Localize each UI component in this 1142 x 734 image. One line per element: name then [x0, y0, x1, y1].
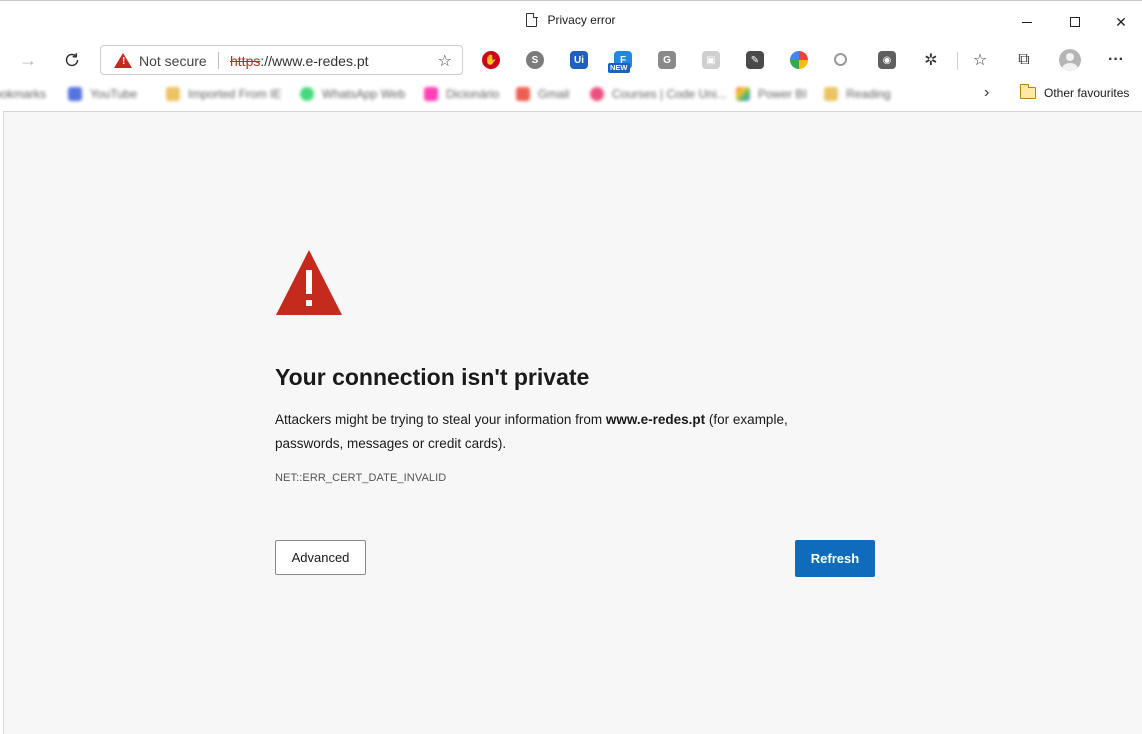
chrome-extension-icon[interactable] — [790, 51, 808, 69]
fav-item[interactable]: WhatsApp Web — [300, 86, 405, 102]
fav-item[interactable]: Gmail — [516, 86, 569, 102]
fav-item-label: Courses | Code Uni... — [612, 87, 727, 101]
description-text: Attackers might be trying to steal your … — [275, 412, 606, 427]
adblock-extension-icon[interactable]: ✋ — [482, 51, 500, 69]
toolbar-separator — [957, 52, 958, 70]
more-options-icon[interactable]: ··· — [1103, 48, 1129, 72]
error-code: NET::ERR_CERT_DATE_INVALID — [275, 472, 447, 484]
address-separator — [218, 52, 219, 69]
arrow-right-icon: → — [19, 49, 37, 70]
new-extension-icon[interactable]: F NEW — [608, 51, 632, 73]
chevron-right-icon[interactable]: › — [984, 84, 989, 102]
image-extension-icon[interactable]: ▣ — [702, 51, 720, 69]
url-host: ://www.e-redes.pt — [260, 53, 369, 69]
error-page: Your connection isn't private Attackers … — [3, 111, 1142, 734]
folder-icon — [166, 87, 180, 101]
minimize-button[interactable] — [1012, 9, 1042, 35]
fav-item-label: Power BI — [758, 87, 807, 101]
fav-item-label: WhatsApp Web — [322, 87, 406, 101]
folder-icon — [824, 87, 838, 101]
fav-item-label: YouTube — [90, 87, 138, 101]
circle-extension-icon[interactable] — [834, 53, 847, 66]
title-bar: Privacy error ✕ — [0, 0, 1142, 42]
powerbi-icon — [736, 87, 750, 101]
reload-icon — [65, 53, 79, 67]
fav-item-label: Imported From IE — [188, 87, 282, 101]
other-favourites-label: Other favourites — [1044, 86, 1130, 100]
maximize-icon — [1070, 17, 1080, 27]
address-bar[interactable]: ! Not secure https://www.e-redes.pt ☆ — [100, 45, 463, 75]
collections-icon[interactable]: ⧉ — [1011, 48, 1037, 72]
window-title-text: Privacy error — [547, 13, 616, 27]
favourites-icon[interactable]: ☆ — [967, 48, 993, 72]
fav-item-label: Gmail — [538, 87, 570, 101]
page-icon — [526, 12, 538, 27]
other-favourites-button[interactable]: Other favourites — [1019, 84, 1130, 100]
window-title: Privacy error — [0, 12, 1142, 27]
fav-item[interactable]: Imported From IE — [166, 86, 281, 102]
g-extension-icon[interactable]: G — [658, 51, 676, 69]
editor-extension-icon[interactable]: ✎ — [746, 51, 764, 69]
fav-item[interactable]: YouTube — [68, 86, 137, 102]
fav-item-icon — [68, 87, 82, 101]
fav-item[interactable]: Dicionário — [424, 86, 499, 102]
extensions-puzzle-icon[interactable]: ✲ — [918, 48, 944, 72]
profile-extension-icon[interactable]: ◉ — [878, 51, 896, 69]
gmail-icon — [516, 87, 530, 101]
reload-button[interactable] — [58, 46, 86, 74]
add-favourite-icon[interactable]: ☆ — [438, 51, 452, 71]
skype-extension-icon[interactable]: S — [526, 51, 544, 69]
profile-avatar[interactable] — [1059, 49, 1081, 71]
new-badge: NEW — [608, 63, 630, 73]
fav-item[interactable]: Courses | Code Uni... — [590, 86, 727, 102]
fav-item[interactable]: Power BI — [736, 86, 807, 102]
courses-icon — [590, 87, 604, 101]
close-icon: ✕ — [1115, 13, 1127, 30]
folder-icon — [1019, 84, 1036, 99]
browser-toolbar: → ! Not secure https://www.e-redes.pt ☆ … — [0, 42, 1142, 78]
advanced-button[interactable]: Advanced — [275, 540, 366, 575]
description-host: www.e-redes.pt — [605, 412, 706, 427]
page-title: Your connection isn't private — [275, 364, 590, 390]
fav-item[interactable]: Reading — [824, 86, 891, 102]
ui-extension-icon[interactable]: Ui — [570, 51, 588, 69]
maximize-button[interactable] — [1060, 9, 1090, 35]
dictionary-icon — [424, 87, 438, 101]
minimize-icon — [1022, 21, 1032, 23]
favourites-bar: ookmarks YouTube Imported From IE WhatsA… — [0, 78, 1142, 110]
fav-item-label: Reading — [846, 87, 891, 101]
fav-item-label: ookmarks — [0, 87, 47, 101]
warning-icon — [276, 250, 342, 315]
not-secure-warning-icon[interactable]: ! — [114, 53, 132, 68]
url-text[interactable]: https://www.e-redes.pt — [230, 53, 369, 69]
forward-button[interactable]: → — [14, 46, 42, 74]
refresh-button[interactable]: Refresh — [795, 540, 875, 577]
fav-item-label: Dicionário — [446, 87, 500, 101]
error-description: Attackers might be trying to steal your … — [275, 408, 835, 456]
not-secure-label[interactable]: Not secure — [139, 53, 207, 69]
url-scheme: https — [230, 53, 261, 69]
close-button[interactable]: ✕ — [1106, 9, 1136, 35]
whatsapp-icon — [300, 87, 314, 101]
fav-item[interactable]: ookmarks — [0, 86, 46, 102]
